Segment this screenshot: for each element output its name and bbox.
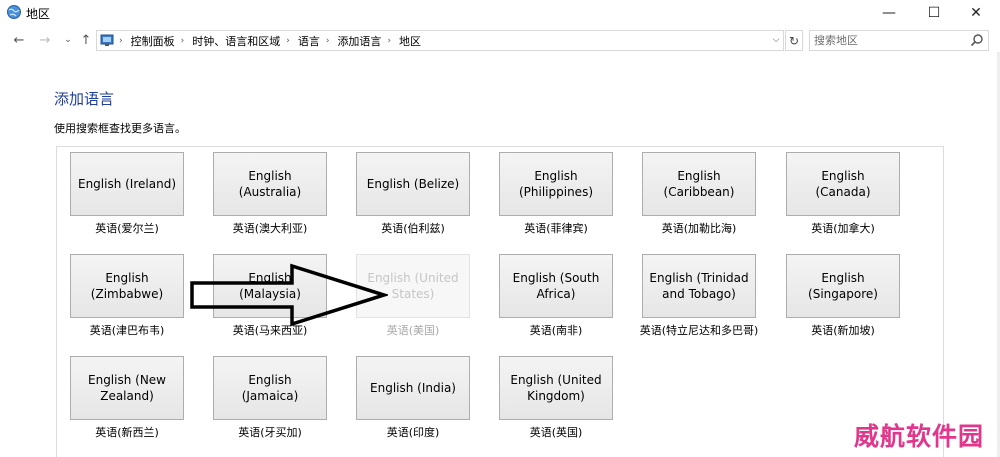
breadcrumb-add-language[interactable]: 添加语言 (337, 33, 381, 49)
up-button[interactable]: ↑ (76, 30, 96, 50)
language-tile[interactable]: English (Caribbean) (642, 152, 756, 216)
recent-locations-button[interactable]: ⌄ (58, 30, 78, 50)
language-caption: 英语(澳大利亚) (232, 222, 308, 235)
language-caption: 英语(特立尼达和多巴哥) (639, 324, 759, 337)
breadcrumb-separator[interactable]: › (387, 36, 391, 46)
language-caption: 英语(印度) (386, 426, 440, 439)
title-bar: 地区 — ☐ ✕ (0, 0, 1000, 26)
forward-button[interactable]: → (35, 30, 55, 50)
breadcrumb-region[interactable]: 地区 (399, 33, 421, 49)
language-caption: 英语(英国) (529, 426, 583, 439)
language-tile[interactable]: English (Zimbabwe) (70, 254, 184, 318)
language-item-english-zimbabwe[interactable]: English (Zimbabwe) 英语(津巴布韦) (70, 254, 184, 344)
language-item-english-philippines[interactable]: English (Philippines) 英语(菲律宾) (499, 152, 613, 242)
language-item-english-canada[interactable]: English (Canada) 英语(加拿大) (786, 152, 900, 242)
language-caption: 英语(牙买加) (238, 426, 302, 439)
language-caption: 英语(津巴布韦) (89, 324, 165, 337)
language-caption: 英语(加拿大) (811, 222, 875, 235)
language-tile[interactable]: English (Malaysia) (213, 254, 327, 318)
language-tile[interactable]: English (South Africa) (499, 254, 613, 318)
language-item-english-singapore[interactable]: English (Singapore) 英语(新加坡) (786, 254, 900, 344)
search-input[interactable] (810, 31, 970, 50)
language-caption: 英语(爱尔兰) (95, 222, 159, 235)
language-item-english-india[interactable]: English (India) 英语(印度) (356, 356, 470, 446)
watermark: 威航软件园 (854, 422, 985, 451)
language-tile[interactable]: English (Canada) (786, 152, 900, 216)
breadcrumb: › 控制面板 › 时钟、语言和区域 › 语言 › 添加语言 › 地区 (119, 33, 421, 49)
back-button[interactable]: ← (9, 30, 29, 50)
navigation-bar: ← → ⌄ ↑ › 控制面板 › 时钟、语言和区域 › 语言 › 添加语言 › … (0, 28, 1000, 52)
language-tile[interactable]: English (Ireland) (70, 152, 184, 216)
language-item-english-united-kingdom[interactable]: English (United Kingdom) 英语(英国) (499, 356, 613, 446)
search-icon[interactable] (970, 33, 984, 47)
control-panel-icon (100, 34, 114, 46)
language-tile[interactable]: English (Trinidad and Tobago) (642, 254, 756, 318)
language-item-english-caribbean[interactable]: English (Caribbean) 英语(加勒比海) (642, 152, 756, 242)
language-tile[interactable]: English (New Zealand) (70, 356, 184, 420)
language-item-english-ireland[interactable]: English (Ireland) 英语(爱尔兰) (70, 152, 184, 242)
breadcrumb-separator[interactable]: › (326, 36, 330, 46)
language-caption: 英语(马来西亚) (232, 324, 308, 337)
language-caption: 英语(菲律宾) (524, 222, 588, 235)
maximize-button[interactable]: ☐ (913, 0, 955, 26)
breadcrumb-language[interactable]: 语言 (298, 33, 320, 49)
language-list-panel: English (Ireland) 英语(爱尔兰) English (Austr… (56, 146, 944, 457)
search-box[interactable] (809, 30, 989, 51)
minimize-button[interactable]: — (868, 0, 910, 26)
language-item-english-south-africa[interactable]: English (South Africa) 英语(南非) (499, 254, 613, 344)
page-description: 使用搜索框查找更多语言。 (54, 122, 186, 135)
language-caption: 英语(伯利兹) (381, 222, 445, 235)
language-tile[interactable]: English (Australia) (213, 152, 327, 216)
page-title: 添加语言 (54, 90, 115, 108)
language-tile[interactable]: English (Jamaica) (213, 356, 327, 420)
language-item-english-trinidad-tobago[interactable]: English (Trinidad and Tobago) 英语(特立尼达和多巴… (640, 254, 758, 344)
language-caption: 英语(新西兰) (95, 426, 159, 439)
window-title: 地区 (26, 7, 51, 21)
language-tile[interactable]: English (Philippines) (499, 152, 613, 216)
language-item-english-jamaica[interactable]: English (Jamaica) 英语(牙买加) (213, 356, 327, 446)
language-item-english-malaysia[interactable]: English (Malaysia) 英语(马来西亚) (213, 254, 327, 344)
breadcrumb-clock-language-region[interactable]: 时钟、语言和区域 (192, 33, 280, 49)
language-item-english-united-states: English (United States) 英语(美国) (356, 254, 470, 344)
language-tile[interactable]: English (United Kingdom) (499, 356, 613, 420)
language-item-english-belize[interactable]: English (Belize) 英语(伯利兹) (356, 152, 470, 242)
refresh-button[interactable]: ↻ (785, 30, 803, 51)
address-dropdown-button[interactable]: ⌵ (768, 31, 784, 49)
language-item-english-australia[interactable]: English (Australia) 英语(澳大利亚) (213, 152, 327, 242)
language-caption: 英语(南非) (529, 324, 583, 337)
breadcrumb-separator[interactable]: › (119, 36, 123, 46)
close-button[interactable]: ✕ (955, 0, 997, 26)
language-caption: 英语(新加坡) (811, 324, 875, 337)
language-caption: 英语(美国) (386, 324, 440, 337)
breadcrumb-separator[interactable]: › (286, 36, 290, 46)
language-item-english-new-zealand[interactable]: English (New Zealand) 英语(新西兰) (70, 356, 184, 446)
breadcrumb-separator[interactable]: › (181, 36, 185, 46)
language-tile-disabled: English (United States) (356, 254, 470, 318)
address-bar[interactable]: › 控制面板 › 时钟、语言和区域 › 语言 › 添加语言 › 地区 (96, 30, 784, 51)
language-tile[interactable]: English (India) (356, 356, 470, 420)
breadcrumb-control-panel[interactable]: 控制面板 (131, 33, 175, 49)
region-globe-icon (7, 5, 21, 19)
language-tile[interactable]: English (Singapore) (786, 254, 900, 318)
language-tile[interactable]: English (Belize) (356, 152, 470, 216)
language-caption: 英语(加勒比海) (661, 222, 737, 235)
